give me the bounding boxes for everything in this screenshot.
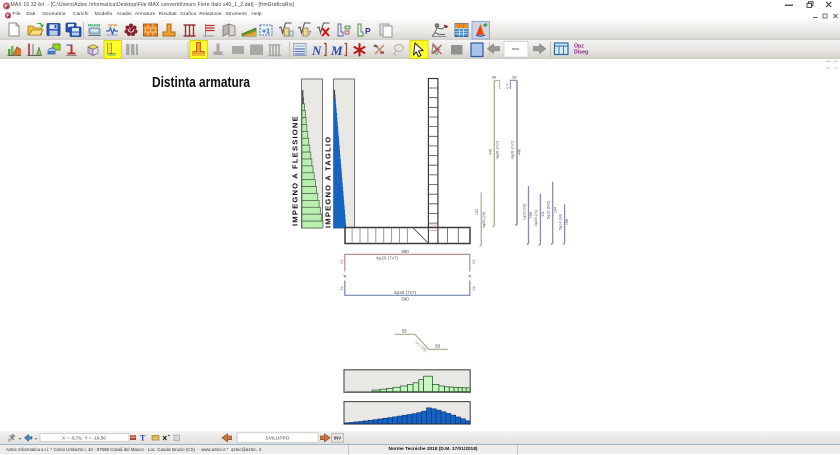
svg-text:4φ26 (7x7): 4φ26 (7x7) — [376, 256, 399, 261]
svg-text:T: T — [140, 434, 146, 443]
svg-text:SPW: SPW — [108, 23, 117, 28]
svg-text:7: 7 — [309, 31, 312, 37]
svg-text:446: 446 — [518, 149, 522, 155]
svg-text:4φ28 (7x7): 4φ28 (7x7) — [495, 140, 499, 159]
svg-text:INV: INV — [334, 436, 341, 441]
svg-text:390: 390 — [401, 297, 409, 302]
svg-text:4φ28 (7x7): 4φ28 (7x7) — [511, 140, 515, 159]
svg-text:SVILUPPO: SVILUPPO — [266, 436, 290, 442]
svg-text:30: 30 — [512, 75, 517, 80]
svg-text:5φ14 (34): 5φ14 (34) — [558, 213, 562, 230]
svg-text:IMPEGNO A FLESSIONE: IMPEGNO A FLESSIONE — [291, 115, 300, 226]
svg-text:MERM: MERM — [88, 23, 101, 28]
svg-text:M: M — [330, 43, 343, 58]
svg-text:4φ26 (7x7): 4φ26 (7x7) — [394, 290, 417, 295]
svg-text:P: P — [365, 26, 371, 36]
svg-text:N: N — [311, 43, 322, 58]
svg-text:+1: +1 — [262, 29, 270, 36]
svg-text:194: 194 — [553, 207, 557, 213]
svg-text:IMPEGNO A TAGLIO: IMPEGNO A TAGLIO — [324, 136, 333, 228]
svg-text:X = -6,76; Y = -16,56: X = -6,76; Y = -16,56 — [62, 436, 106, 441]
svg-text:Distinta armatura: Distinta armatura — [152, 74, 251, 91]
svg-text:4φ26 (15): 4φ26 (15) — [482, 211, 486, 228]
svg-text:152: 152 — [475, 209, 479, 215]
svg-text:33: 33 — [435, 344, 441, 349]
svg-text:5φ16 (5x5): 5φ16 (5x5) — [547, 200, 551, 219]
svg-text:446: 446 — [488, 149, 492, 155]
svg-text:4φ28 (7x): 4φ28 (7x) — [534, 209, 538, 226]
svg-text:21: 21 — [471, 285, 476, 290]
svg-text:21: 21 — [339, 259, 344, 264]
svg-text:156: 156 — [529, 212, 533, 218]
svg-text:1φ16 (16): 1φ16 (16) — [522, 203, 526, 220]
svg-text:21: 21 — [471, 259, 476, 264]
svg-text:111: 111 — [541, 211, 545, 217]
svg-text:Diseg: Diseg — [574, 50, 588, 56]
svg-text:198: 198 — [565, 219, 569, 225]
svg-text:30: 30 — [492, 75, 497, 80]
svg-text:33: 33 — [401, 329, 407, 334]
svg-text:390: 390 — [401, 249, 409, 254]
svg-text:5: 5 — [506, 83, 508, 87]
svg-text:21: 21 — [339, 285, 344, 290]
